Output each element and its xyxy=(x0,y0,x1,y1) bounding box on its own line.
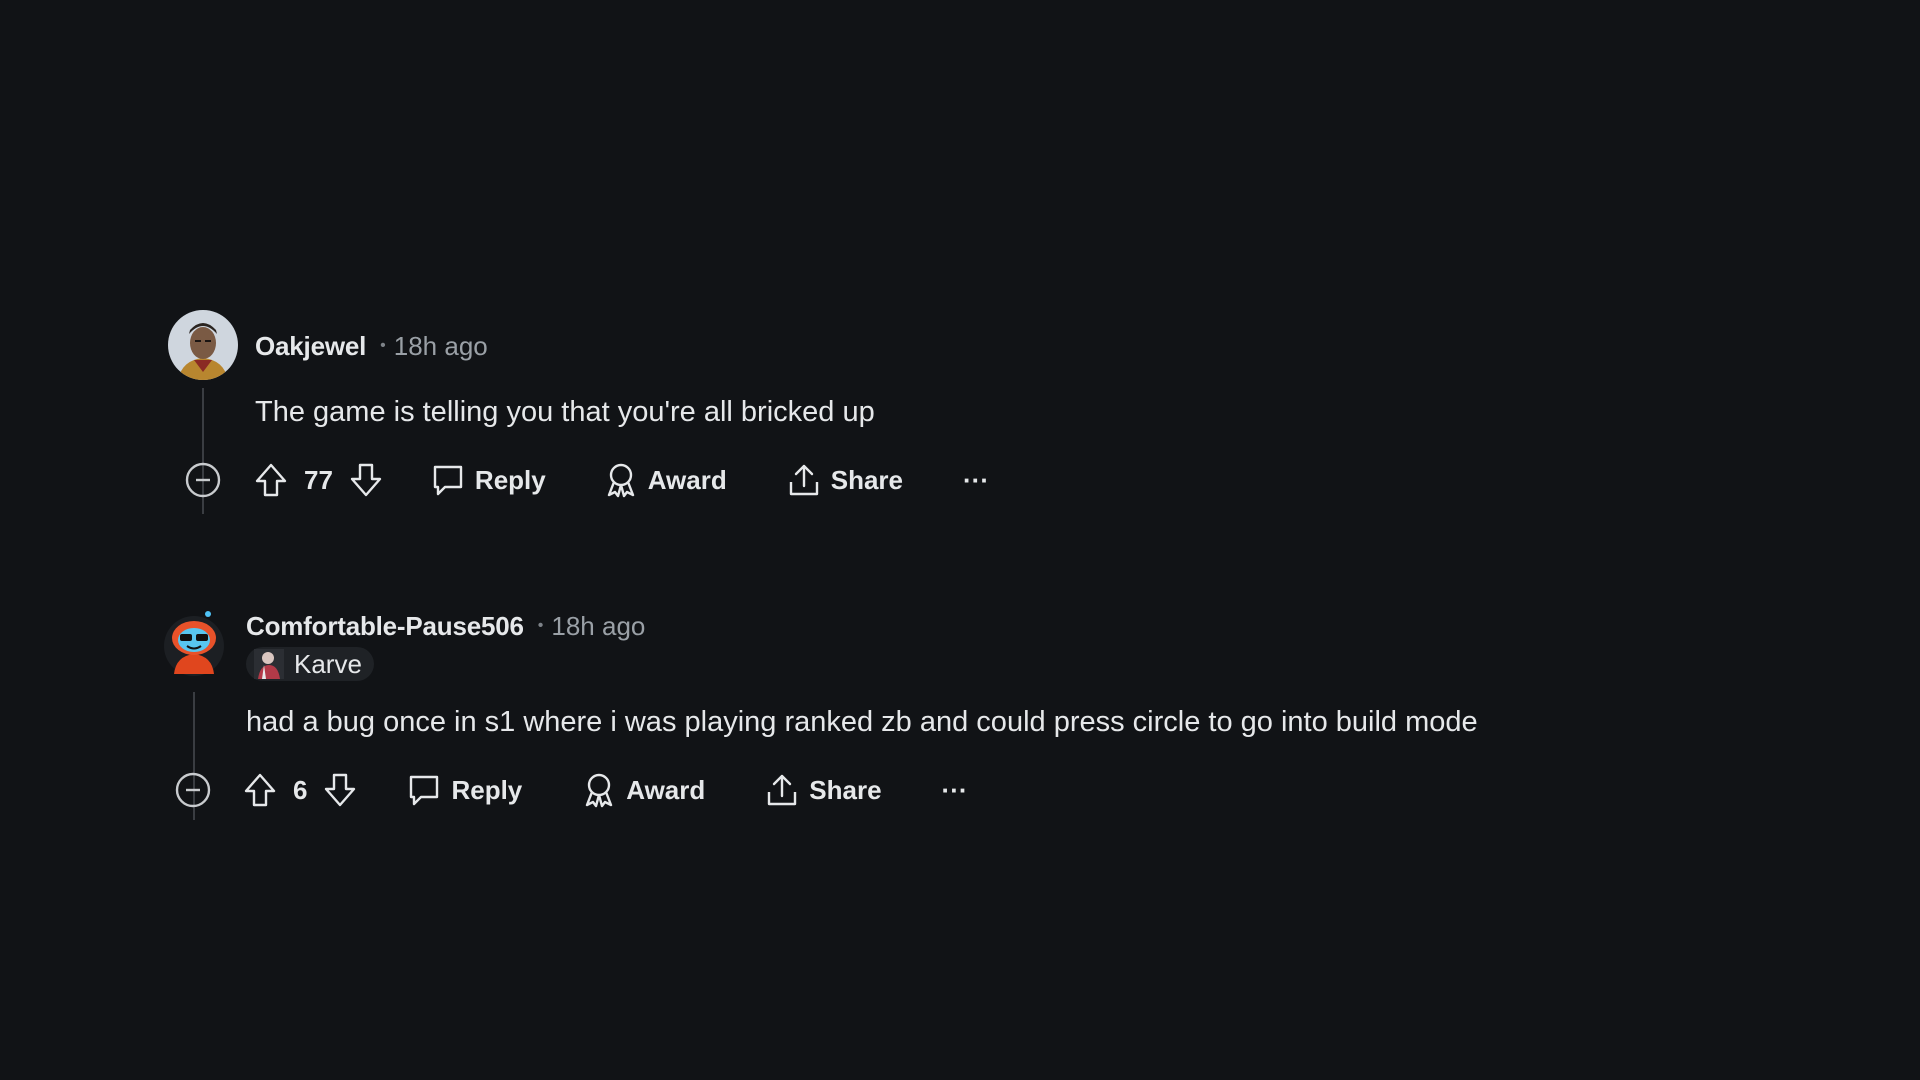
upvote-arrow-icon xyxy=(255,463,287,497)
flair-label: Karve xyxy=(294,648,362,679)
upvote-arrow-icon xyxy=(244,773,276,807)
award-button[interactable]: Award xyxy=(582,772,705,808)
comment-bubble-icon xyxy=(410,775,439,806)
share-button[interactable]: Share xyxy=(787,462,903,498)
award-button[interactable]: Award xyxy=(604,462,727,498)
award-ribbon-icon xyxy=(607,463,634,498)
comment-body: The game is telling you that you're all … xyxy=(255,396,875,428)
more-options-icon: ··· xyxy=(963,464,989,495)
share-upload-icon xyxy=(768,774,797,806)
comment-body: had a bug once in s1 where i was playing… xyxy=(246,706,1478,738)
collapse-thread-icon[interactable] xyxy=(184,461,222,499)
comment-bubble-icon xyxy=(433,465,463,496)
more-options-button[interactable]: ··· xyxy=(963,465,989,496)
share-label: Share xyxy=(830,464,903,495)
vote-score: 6 xyxy=(293,774,308,805)
more-options-button[interactable]: ··· xyxy=(942,775,968,806)
upvote-button[interactable] xyxy=(254,462,288,498)
upvote-button[interactable] xyxy=(243,772,277,808)
reply-label: Reply xyxy=(451,774,523,805)
downvote-arrow-icon xyxy=(350,463,382,497)
share-upload-icon xyxy=(789,464,818,496)
downvote-button[interactable] xyxy=(323,772,357,808)
share-button[interactable]: Share xyxy=(765,772,882,808)
award-label: Award xyxy=(626,774,706,805)
reply-button[interactable]: Reply xyxy=(431,463,546,497)
avatar-portrait-icon xyxy=(168,310,238,380)
reply-label: Reply xyxy=(474,464,546,495)
author-name[interactable]: Comfortable-Pause506 xyxy=(246,611,524,642)
author-name[interactable]: Oakjewel xyxy=(255,331,366,362)
snoo-avatar-icon xyxy=(164,611,224,676)
more-options-icon: ··· xyxy=(941,774,968,805)
meta-separator: • xyxy=(537,617,544,634)
comment-actions: 77 Reply Award Share ··· xyxy=(184,460,989,500)
collapse-thread-icon[interactable] xyxy=(174,771,212,809)
user-flair: Karve xyxy=(246,647,374,681)
vote-score: 77 xyxy=(304,464,333,495)
avatar[interactable] xyxy=(168,310,238,380)
timestamp[interactable]: 18h ago xyxy=(394,331,488,362)
award-label: Award xyxy=(647,464,727,495)
avatar[interactable] xyxy=(160,608,228,676)
meta-separator: • xyxy=(380,337,386,354)
comment-meta: Oakjewel • 18h ago xyxy=(255,328,488,364)
reply-button[interactable]: Reply xyxy=(407,773,522,807)
comment-actions: 6 Reply Award Share ··· xyxy=(174,770,968,810)
downvote-arrow-icon xyxy=(325,773,356,807)
comment-meta: Comfortable-Pause506 • 18h ago xyxy=(246,608,645,644)
award-ribbon-icon xyxy=(586,773,613,808)
flair-character-icon xyxy=(254,649,284,679)
downvote-button[interactable] xyxy=(349,462,383,498)
share-label: Share xyxy=(809,774,882,805)
timestamp[interactable]: 18h ago xyxy=(551,611,645,642)
comment-thread-page: Oakjewel • 18h ago The game is telling y… xyxy=(0,0,1920,1080)
